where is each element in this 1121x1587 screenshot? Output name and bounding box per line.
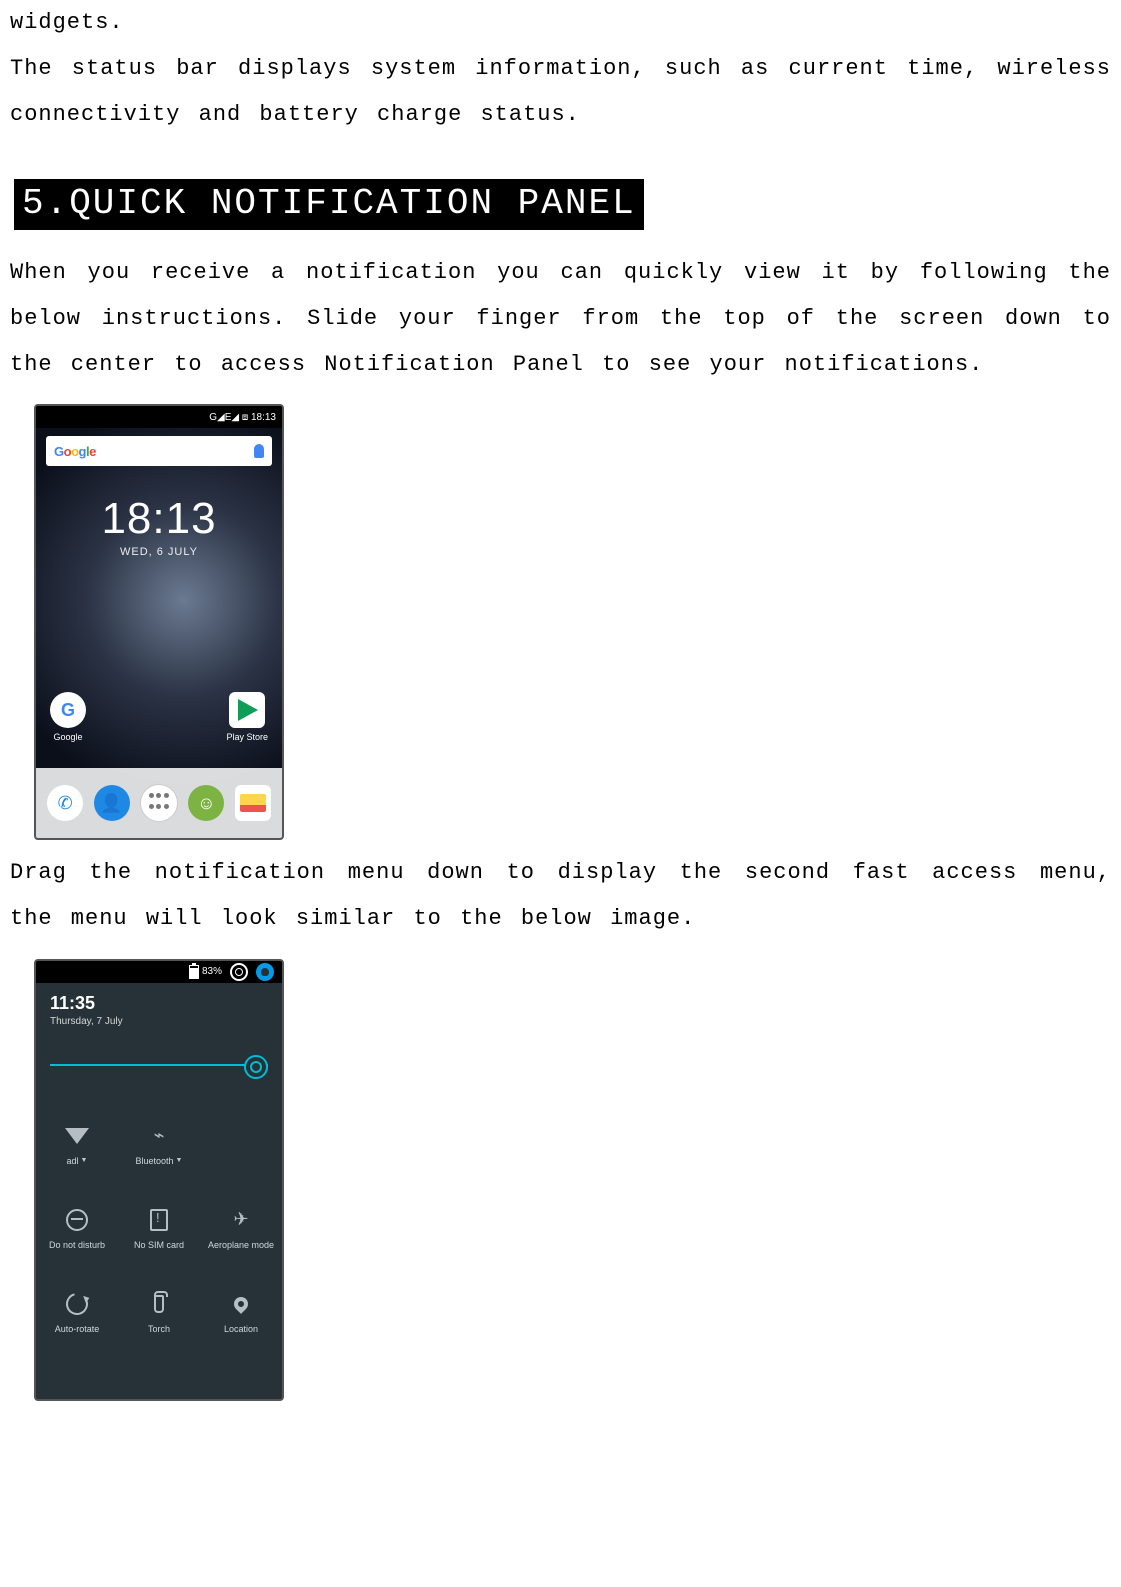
play-store-icon: [229, 692, 265, 728]
app-play-store[interactable]: Play Store: [226, 692, 268, 742]
clock-date: WED, 6 JULY: [36, 546, 282, 558]
tile-empty: [200, 1103, 282, 1187]
torch-icon: [154, 1295, 164, 1313]
mail-icon[interactable]: [235, 785, 271, 821]
tile-auto-rotate[interactable]: Auto-rotate: [36, 1271, 118, 1355]
app-label: Google: [53, 732, 82, 742]
intro-status-bar-text: The status bar displays system informati…: [10, 46, 1111, 138]
sim-icon: [150, 1209, 168, 1231]
settings-icon[interactable]: [230, 963, 248, 981]
chevron-down-icon: ▼: [81, 1157, 88, 1164]
status-indicators: G◢E◢ ⧈ 18:13: [209, 412, 276, 423]
battery-icon: [189, 965, 199, 979]
section-heading-quick-notification-panel: 5.QUICK NOTIFICATION PANEL: [14, 179, 644, 230]
battery-indicator: 83%: [189, 965, 222, 979]
dnd-icon: [66, 1209, 88, 1231]
intro-line-widgets: widgets.: [10, 0, 1111, 46]
mic-icon[interactable]: [254, 444, 264, 458]
airplane-icon: ✈: [229, 1208, 253, 1232]
tile-bluetooth[interactable]: ⌁ Bluetooth▼: [118, 1103, 200, 1187]
battery-percent: 83%: [202, 966, 222, 977]
para-notification-instructions: When you receive a notification you can …: [10, 250, 1111, 389]
qs-date: Thursday, 7 July: [50, 1016, 268, 1027]
location-icon: [231, 1294, 251, 1314]
tile-do-not-disturb[interactable]: Do not disturb: [36, 1187, 118, 1271]
phone-icon[interactable]: ✆: [47, 785, 83, 821]
dock: ✆ 👤 ☺: [36, 768, 282, 838]
clock-widget[interactable]: 18:13 WED, 6 JULY: [36, 494, 282, 558]
qs-time: 11:35: [50, 993, 268, 1014]
google-logo: Google: [54, 444, 96, 459]
tile-wifi[interactable]: adl▼: [36, 1103, 118, 1187]
google-search-widget[interactable]: Google: [46, 436, 272, 466]
clock-time: 18:13: [36, 494, 282, 544]
datetime-block: 11:35 Thursday, 7 July: [36, 983, 282, 1031]
brightness-thumb-icon[interactable]: [244, 1055, 268, 1079]
screenshot-home-screen: G◢E◢ ⧈ 18:13 Google 18:13 WED, 6 JULY G …: [34, 404, 284, 840]
tile-location[interactable]: Location: [200, 1271, 282, 1355]
app-drawer-button[interactable]: [140, 784, 178, 822]
status-bar: . 83%: [36, 961, 282, 983]
tile-aeroplane-mode[interactable]: ✈ Aeroplane mode: [200, 1187, 282, 1271]
quick-settings-grid: adl▼ ⌁ Bluetooth▼ Do not disturb No SIM …: [36, 1103, 282, 1355]
status-bar: G◢E◢ ⧈ 18:13: [36, 406, 282, 428]
rotate-icon: [62, 1288, 92, 1318]
chevron-down-icon: ▼: [176, 1157, 183, 1164]
app-google[interactable]: G Google: [50, 692, 86, 742]
profile-avatar-icon[interactable]: [256, 963, 274, 981]
wifi-icon: [65, 1128, 89, 1144]
tile-no-sim[interactable]: No SIM card: [118, 1187, 200, 1271]
app-label: Play Store: [226, 732, 268, 742]
bluetooth-icon: ⌁: [147, 1124, 171, 1148]
tile-torch[interactable]: Torch: [118, 1271, 200, 1355]
google-folder-icon: G: [50, 692, 86, 728]
contacts-icon[interactable]: 👤: [94, 785, 130, 821]
brightness-slider[interactable]: [50, 1055, 268, 1075]
screenshot-quick-settings: . 83% 11:35 Thursday, 7 July adl▼: [34, 959, 284, 1401]
messages-icon[interactable]: ☺: [188, 785, 224, 821]
para-second-fast-access: Drag the notification menu down to displ…: [10, 850, 1111, 942]
